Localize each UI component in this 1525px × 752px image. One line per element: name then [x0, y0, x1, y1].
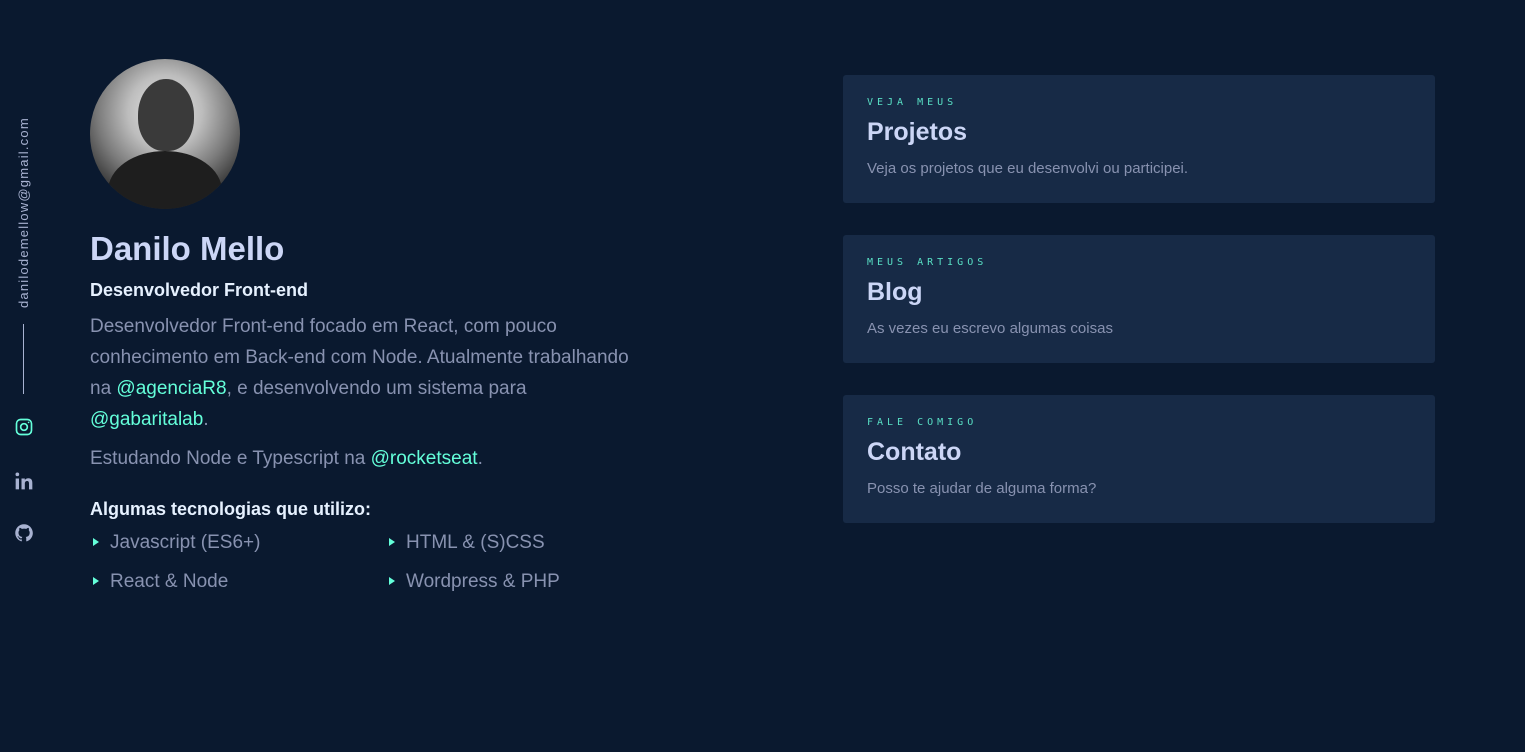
card-description: Veja os projetos que eu desenvolvi ou pa…: [867, 160, 1189, 177]
linkedin-icon[interactable]: [13, 470, 35, 492]
card-description: As vezes eu escrevo algumas coisas: [867, 320, 1113, 337]
card-eyebrow: FALE COMIGO: [867, 417, 978, 428]
avatar-body: [108, 151, 222, 209]
bio-text: Estudando Node e Typescript na: [90, 448, 371, 469]
card-contato[interactable]: FALE COMIGO Contato Posso te ajudar de a…: [843, 395, 1435, 523]
tech-label: React & Node: [110, 571, 229, 592]
arrow-icon: [93, 538, 99, 546]
tech-item: Javascript (ES6+): [90, 530, 386, 555]
card-eyebrow: MEUS ARTIGOS: [867, 257, 988, 268]
tech-title: Algumas tecnologias que utilizo:: [90, 499, 372, 519]
side-rail: danilodemellow@gmail.com: [0, 0, 48, 752]
arrow-icon: [389, 577, 395, 585]
bio-text: .: [203, 409, 209, 430]
tech-list: Javascript (ES6+) HTML & (S)CSS React & …: [90, 530, 650, 594]
tech-item: React & Node: [90, 569, 386, 594]
tech-label: Javascript (ES6+): [110, 532, 261, 553]
profile-name: Danilo Mello: [90, 230, 285, 267]
tech-item: HTML & (S)CSS: [386, 530, 682, 555]
card-blog[interactable]: MEUS ARTIGOS Blog As vezes eu escrevo al…: [843, 235, 1435, 363]
tech-label: HTML & (S)CSS: [406, 532, 545, 553]
avatar-head: [138, 79, 194, 151]
nav-cards: VEJA MEUS Projetos Veja os projetos que …: [843, 75, 1435, 555]
instagram-icon[interactable]: [13, 416, 35, 438]
github-icon[interactable]: [13, 522, 35, 544]
arrow-icon: [93, 577, 99, 585]
avatar: [90, 59, 240, 209]
bio-paragraph-1: Desenvolvedor Front-end focado em React,…: [90, 311, 650, 435]
agencia-link[interactable]: @agenciaR8: [116, 378, 226, 399]
bio-text: .: [477, 448, 483, 469]
bio-text: , e desenvolvendo um sistema para: [226, 378, 527, 399]
card-title: Contato: [867, 438, 962, 466]
card-description: Posso te ajudar de alguma forma?: [867, 480, 1097, 497]
tech-item: Wordpress & PHP: [386, 569, 682, 594]
bio-paragraph-2: Estudando Node e Typescript na @rocketse…: [90, 443, 650, 474]
rail-divider: [23, 324, 24, 394]
card-projetos[interactable]: VEJA MEUS Projetos Veja os projetos que …: [843, 75, 1435, 203]
profile-section: Danilo Mello Desenvolvedor Front-end Des…: [90, 59, 650, 594]
card-title: Blog: [867, 278, 923, 306]
tech-label: Wordpress & PHP: [406, 571, 560, 592]
card-eyebrow: VEJA MEUS: [867, 97, 958, 108]
profile-bio: Desenvolvedor Front-end focado em React,…: [90, 311, 650, 474]
rocketseat-link[interactable]: @rocketseat: [371, 448, 478, 469]
card-title: Projetos: [867, 118, 968, 146]
email-link[interactable]: danilodemellow@gmail.com: [16, 86, 31, 308]
gabaritalab-link[interactable]: @gabaritalab: [90, 409, 203, 430]
profile-role: Desenvolvedor Front-end: [90, 280, 309, 300]
arrow-icon: [389, 538, 395, 546]
